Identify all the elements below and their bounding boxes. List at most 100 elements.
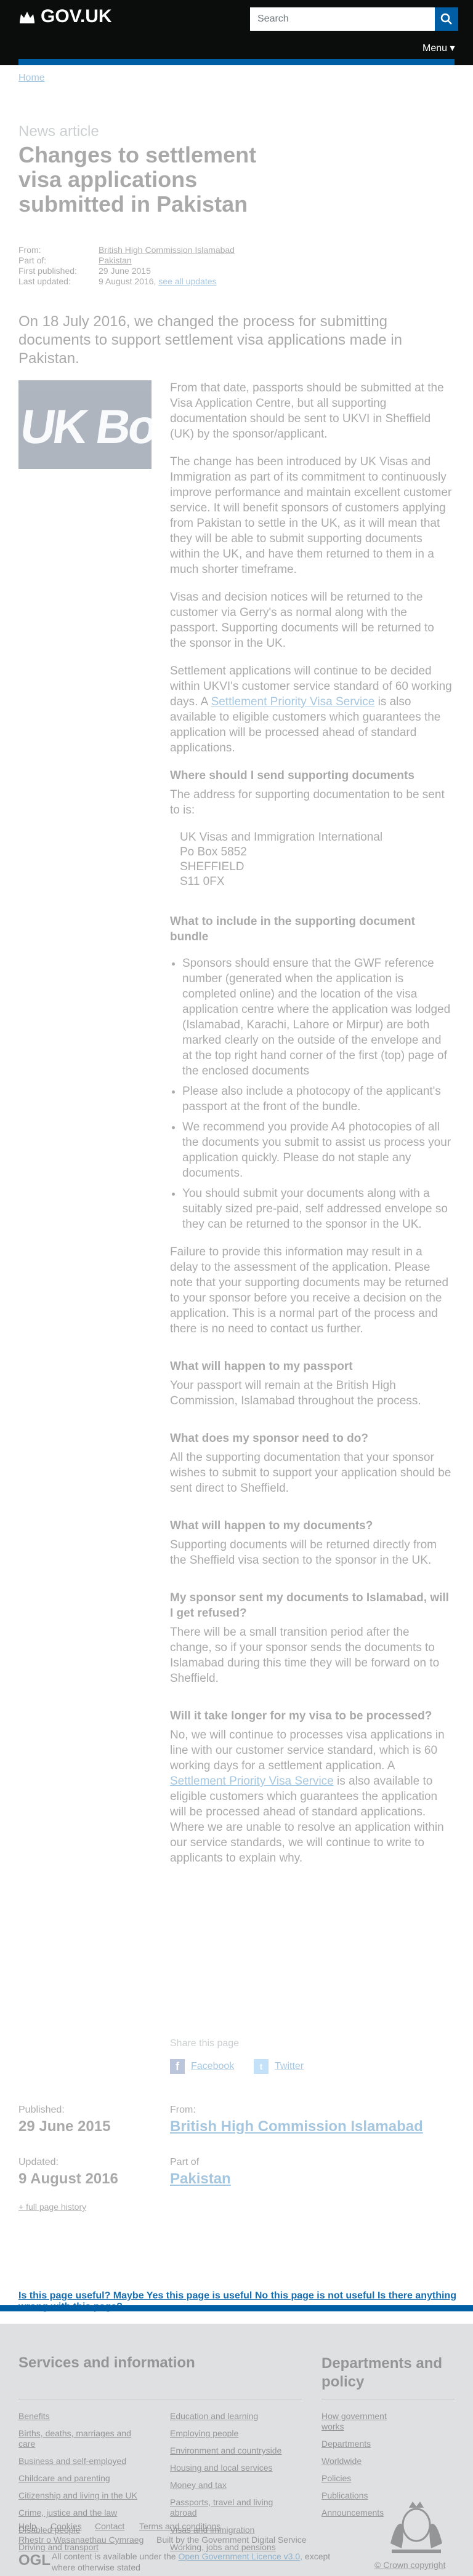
address-block: UK Visas and Immigration International P… <box>170 830 453 889</box>
footer-link-disabled[interactable]: Disabled people <box>18 2525 148 2535</box>
paragraph: Visas and decision notices will be retur… <box>170 591 434 650</box>
paragraph: Settlement applications will continue to… <box>170 663 453 756</box>
paragraph: Your passport will remain at the British… <box>170 1379 421 1407</box>
breadcrumb: Home <box>18 73 45 84</box>
priority-visa-link-2[interactable]: Settlement Priority Visa Service <box>170 1775 334 1788</box>
footer-link-how-government-works[interactable]: How government works <box>321 2411 402 2432</box>
site-header: GOV.UK Search Menu ▾ <box>0 0 473 65</box>
paragraph: Failure to provide this information may … <box>170 1246 449 1335</box>
ogl-logo: OGL <box>18 2552 51 2569</box>
paragraph: No, we will continue to processes visa a… <box>170 1727 453 1866</box>
feedback-divider <box>0 2305 473 2311</box>
royal-crest-icon <box>390 2502 442 2553</box>
footer-help-link[interactable]: Help <box>18 2521 36 2531</box>
footer-link-business[interactable]: Business and self-employed <box>18 2456 148 2466</box>
paragraph: The address for supporting documentation… <box>170 788 445 817</box>
article-body: From that date, passports should be subm… <box>170 380 453 1878</box>
from-link[interactable]: British High Commission Islamabad <box>170 2118 423 2135</box>
twitter-link[interactable]: Twitter <box>275 2061 304 2072</box>
from-label: From: <box>170 2105 196 2115</box>
section-heading: Will it take longer for my visa to be pr… <box>170 1710 432 1722</box>
meta-last-updated-label: Last updated: <box>18 276 71 286</box>
address-line: S11 0FX <box>180 875 225 888</box>
updated-value: 9 August 2016 <box>18 2170 118 2187</box>
updated-label: Updated: <box>18 2157 59 2167</box>
facebook-icon: f <box>170 2059 185 2074</box>
address-line: UK Visas and Immigration International <box>180 831 383 844</box>
breadcrumb-home[interactable]: Home <box>18 73 45 83</box>
meta-last-updated-value: 9 August 2016, <box>99 276 156 286</box>
article-kicker: News article <box>18 123 99 140</box>
meta-first-published-value: 29 June 2015 <box>99 266 151 276</box>
search-button[interactable] <box>435 7 458 31</box>
footer-link-education[interactable]: Education and learning <box>170 2411 299 2422</box>
search-icon <box>440 13 452 25</box>
footer-link-citizenship[interactable]: Citizenship and living in the UK <box>18 2490 154 2501</box>
meta-part-of-label: Part of: <box>18 255 47 265</box>
address-line: Po Box 5852 <box>180 846 247 858</box>
header-blue-bar <box>18 59 455 65</box>
footer-link-employing[interactable]: Employing people <box>170 2428 299 2439</box>
article-lead: On 18 July 2016, we changed the process … <box>18 313 403 367</box>
section-heading: Where should I send supporting documents <box>170 769 414 782</box>
footer-link-publications[interactable]: Publications <box>321 2490 368 2501</box>
paragraph: All the supporting documentation that yo… <box>170 1451 451 1495</box>
meta-part-of-link[interactable]: Pakistan <box>99 255 132 266</box>
open-government-licence-link[interactable]: Open Government Licence v3.0, <box>178 2551 302 2561</box>
see-all-updates-link[interactable]: see all updates <box>158 276 216 286</box>
document-checklist: Sponsors should ensure that the GWF refe… <box>170 956 453 1232</box>
footer-welsh-link[interactable]: Rhestr o Wasanaethau Cymraeg <box>18 2535 144 2545</box>
departments-title: Departments and policy <box>321 2355 443 2390</box>
footer-link-policies[interactable]: Policies <box>321 2473 351 2484</box>
meta-first-published-label: First published: <box>18 266 77 276</box>
address-line: SHEFFIELD <box>180 860 245 873</box>
part-of-label: Part of <box>170 2157 200 2167</box>
meta-from-link[interactable]: British High Commission Islamabad <box>99 245 235 255</box>
footer-link-money[interactable]: Money and tax <box>170 2480 299 2490</box>
priority-visa-link[interactable]: Settlement Priority Visa Service <box>211 695 375 708</box>
published-label: Published: <box>18 2105 65 2115</box>
footer-contact-link[interactable]: Contact <box>95 2521 124 2531</box>
search-input[interactable]: Search <box>250 7 435 31</box>
footer-link-worldwide[interactable]: Worldwide <box>321 2456 362 2466</box>
page-title: Changes to settlement visa applications … <box>18 142 257 217</box>
govuk-logo[interactable]: GOV.UK <box>18 6 112 27</box>
section-heading: My sponsor sent my documents to Islamaba… <box>170 1591 449 1620</box>
list-item: We recommend you provide A4 photocopies … <box>182 1119 453 1181</box>
logo-text: GOV.UK <box>41 6 112 26</box>
crown-icon <box>20 12 34 23</box>
hero-image-text: UK Bor <box>18 399 152 454</box>
paragraph: There will be a small transition period … <box>170 1626 440 1685</box>
share-label: Share this page <box>170 2038 240 2049</box>
footer-cookies-link[interactable]: Cookies <box>51 2521 82 2531</box>
paragraph: From that date, passports should be subm… <box>170 382 444 441</box>
share-twitter[interactable]: t Twitter <box>254 2059 304 2074</box>
twitter-icon: t <box>254 2059 269 2074</box>
footer-link-departments[interactable]: Departments <box>321 2439 371 2449</box>
footer-link-announcements[interactable]: Announcements <box>321 2508 384 2518</box>
article-image: UK Bor <box>18 380 152 469</box>
services-title: Services and information <box>18 2354 195 2371</box>
crown-copyright-link[interactable]: © Crown copyright <box>374 2560 445 2570</box>
footer-link-births[interactable]: Births, deaths, marriages and care <box>18 2428 148 2449</box>
footer-link-childcare[interactable]: Childcare and parenting <box>18 2473 148 2484</box>
menu-button[interactable]: Menu ▾ <box>422 42 455 54</box>
share-facebook[interactable]: f Facebook <box>170 2059 234 2074</box>
paragraph: Supporting documents will be returned di… <box>170 1538 437 1567</box>
footer-link-benefits[interactable]: Benefits <box>18 2411 142 2422</box>
full-history-link[interactable]: + full page history <box>18 2202 86 2212</box>
list-item: Sponsors should ensure that the GWF refe… <box>182 956 453 1079</box>
article-metadata: From: British High Commission Islamabad … <box>18 245 235 287</box>
paragraph: The change has been introduced by UK Vis… <box>170 455 452 576</box>
footer-link-housing[interactable]: Housing and local services <box>170 2463 299 2473</box>
footer-link-crime[interactable]: Crime, justice and the law <box>18 2508 148 2518</box>
paragraph-text: is also available to eligible customers … <box>170 1775 444 1865</box>
facebook-link[interactable]: Facebook <box>191 2061 234 2072</box>
footer-terms-link[interactable]: Terms and conditions <box>139 2521 220 2531</box>
footer-link-passports[interactable]: Passports, travel and living abroad <box>170 2497 293 2518</box>
published-value: 29 June 2015 <box>18 2118 111 2135</box>
part-of-link[interactable]: Pakistan <box>170 2170 231 2188</box>
footer-link-environment[interactable]: Environment and countryside <box>170 2446 299 2456</box>
section-heading: What will happen to my passport <box>170 1360 353 1373</box>
section-heading: What does my sponsor need to do? <box>170 1432 368 1445</box>
